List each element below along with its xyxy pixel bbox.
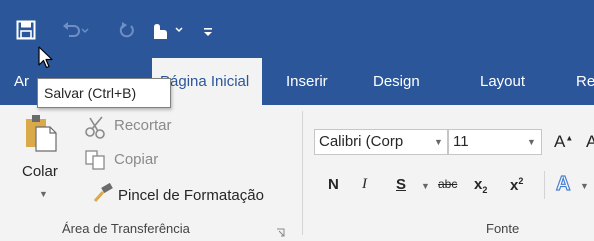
paste-dropdown-icon[interactable]: ▼ bbox=[39, 189, 48, 199]
paste-icon[interactable] bbox=[24, 113, 58, 158]
ribbon-home-panel: Colar ▼ Recortar Copiar Pincel de Format… bbox=[0, 105, 594, 241]
touch-mode-icon[interactable] bbox=[148, 17, 188, 43]
quick-access-toolbar bbox=[0, 0, 594, 58]
group-separator bbox=[302, 111, 303, 235]
shrink-font-button[interactable]: A bbox=[586, 132, 594, 152]
text-effects-button[interactable]: A bbox=[555, 172, 571, 196]
cut-icon bbox=[84, 115, 108, 144]
bold-button[interactable]: N bbox=[328, 176, 339, 193]
underline-button[interactable]: S bbox=[396, 176, 406, 193]
italic-button[interactable]: I bbox=[362, 176, 367, 193]
grow-font-button[interactable]: A▲ bbox=[554, 132, 573, 152]
subscript-mark: 2 bbox=[482, 185, 488, 195]
grow-font-letter: A bbox=[554, 132, 566, 151]
customize-qat-icon[interactable] bbox=[198, 17, 218, 43]
format-painter-button[interactable]: Pincel de Formatação bbox=[118, 187, 264, 204]
undo-icon[interactable] bbox=[60, 17, 90, 43]
mouse-cursor-icon bbox=[38, 46, 54, 75]
tab-layout[interactable]: Layout bbox=[480, 58, 525, 105]
tab-references[interactable]: Re bbox=[576, 58, 594, 105]
font-format-separator bbox=[544, 171, 545, 199]
underline-dropdown-icon[interactable]: ▼ bbox=[421, 181, 430, 191]
save-icon[interactable] bbox=[14, 17, 38, 43]
tab-design[interactable]: Design bbox=[373, 58, 420, 105]
format-painter-icon bbox=[92, 182, 114, 210]
subscript-button[interactable]: x2 bbox=[474, 176, 487, 195]
font-name-dropdown-icon[interactable]: ▼ bbox=[434, 137, 443, 147]
tab-file[interactable]: Ar bbox=[14, 58, 29, 105]
copy-icon bbox=[84, 149, 108, 176]
clipboard-group-label: Área de Transferência bbox=[62, 221, 190, 236]
strikethrough-button[interactable]: abc bbox=[438, 177, 457, 191]
superscript-mark: 2 bbox=[518, 176, 524, 186]
font-name-combobox[interactable]: Calibri (Corp bbox=[314, 129, 448, 155]
tab-insert[interactable]: Inserir bbox=[286, 58, 328, 105]
superscript-button[interactable]: x2 bbox=[510, 176, 523, 194]
font-size-dropdown-icon[interactable]: ▼ bbox=[527, 137, 536, 147]
font-group-label: Fonte bbox=[486, 221, 520, 236]
paste-button-label[interactable]: Colar bbox=[22, 163, 58, 180]
font-size-value: 11 bbox=[453, 133, 469, 150]
copy-button[interactable]: Copiar bbox=[114, 151, 158, 168]
save-tooltip: Salvar (Ctrl+B) bbox=[37, 78, 171, 108]
redo-icon[interactable] bbox=[116, 17, 138, 43]
text-effects-dropdown-icon[interactable]: ▼ bbox=[580, 181, 589, 191]
cut-button[interactable]: Recortar bbox=[114, 117, 172, 134]
clipboard-dialog-launcher-icon[interactable] bbox=[276, 225, 286, 241]
font-name-value: Calibri (Corp bbox=[319, 133, 404, 150]
